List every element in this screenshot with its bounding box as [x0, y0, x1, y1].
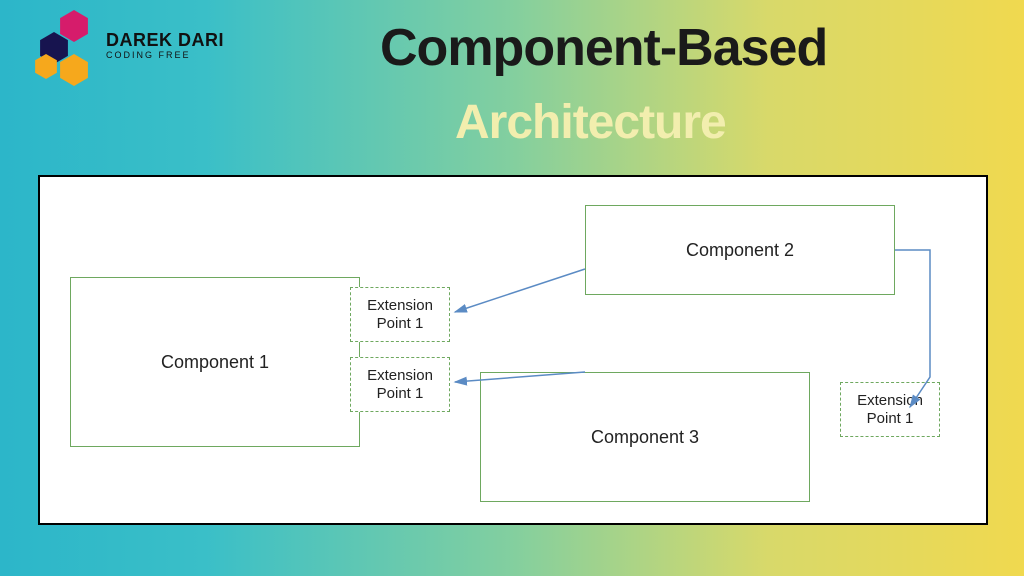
architecture-diagram: Component 1 Component 2 Component 3 Exte… — [38, 175, 988, 525]
logo-title: DAREK DARI — [106, 31, 224, 49]
logo-subtitle: CODING FREE — [106, 51, 224, 60]
extension-point-2: ExtensionPoint 1 — [350, 357, 450, 412]
extension-point-3: ExtensionPoint 1 — [840, 382, 940, 437]
logo: DAREK DARI CODING FREE — [30, 10, 224, 80]
component-box-3: Component 3 — [480, 372, 810, 502]
page-title: Component-Based — [380, 18, 827, 78]
component-box-1: Component 1 — [70, 277, 360, 447]
page-subtitle: Architecture — [455, 95, 726, 150]
component-box-2: Component 2 — [585, 205, 895, 295]
extension-point-1: ExtensionPoint 1 — [350, 287, 450, 342]
logo-hexagons — [30, 10, 100, 80]
logo-text: DAREK DARI CODING FREE — [106, 31, 224, 60]
